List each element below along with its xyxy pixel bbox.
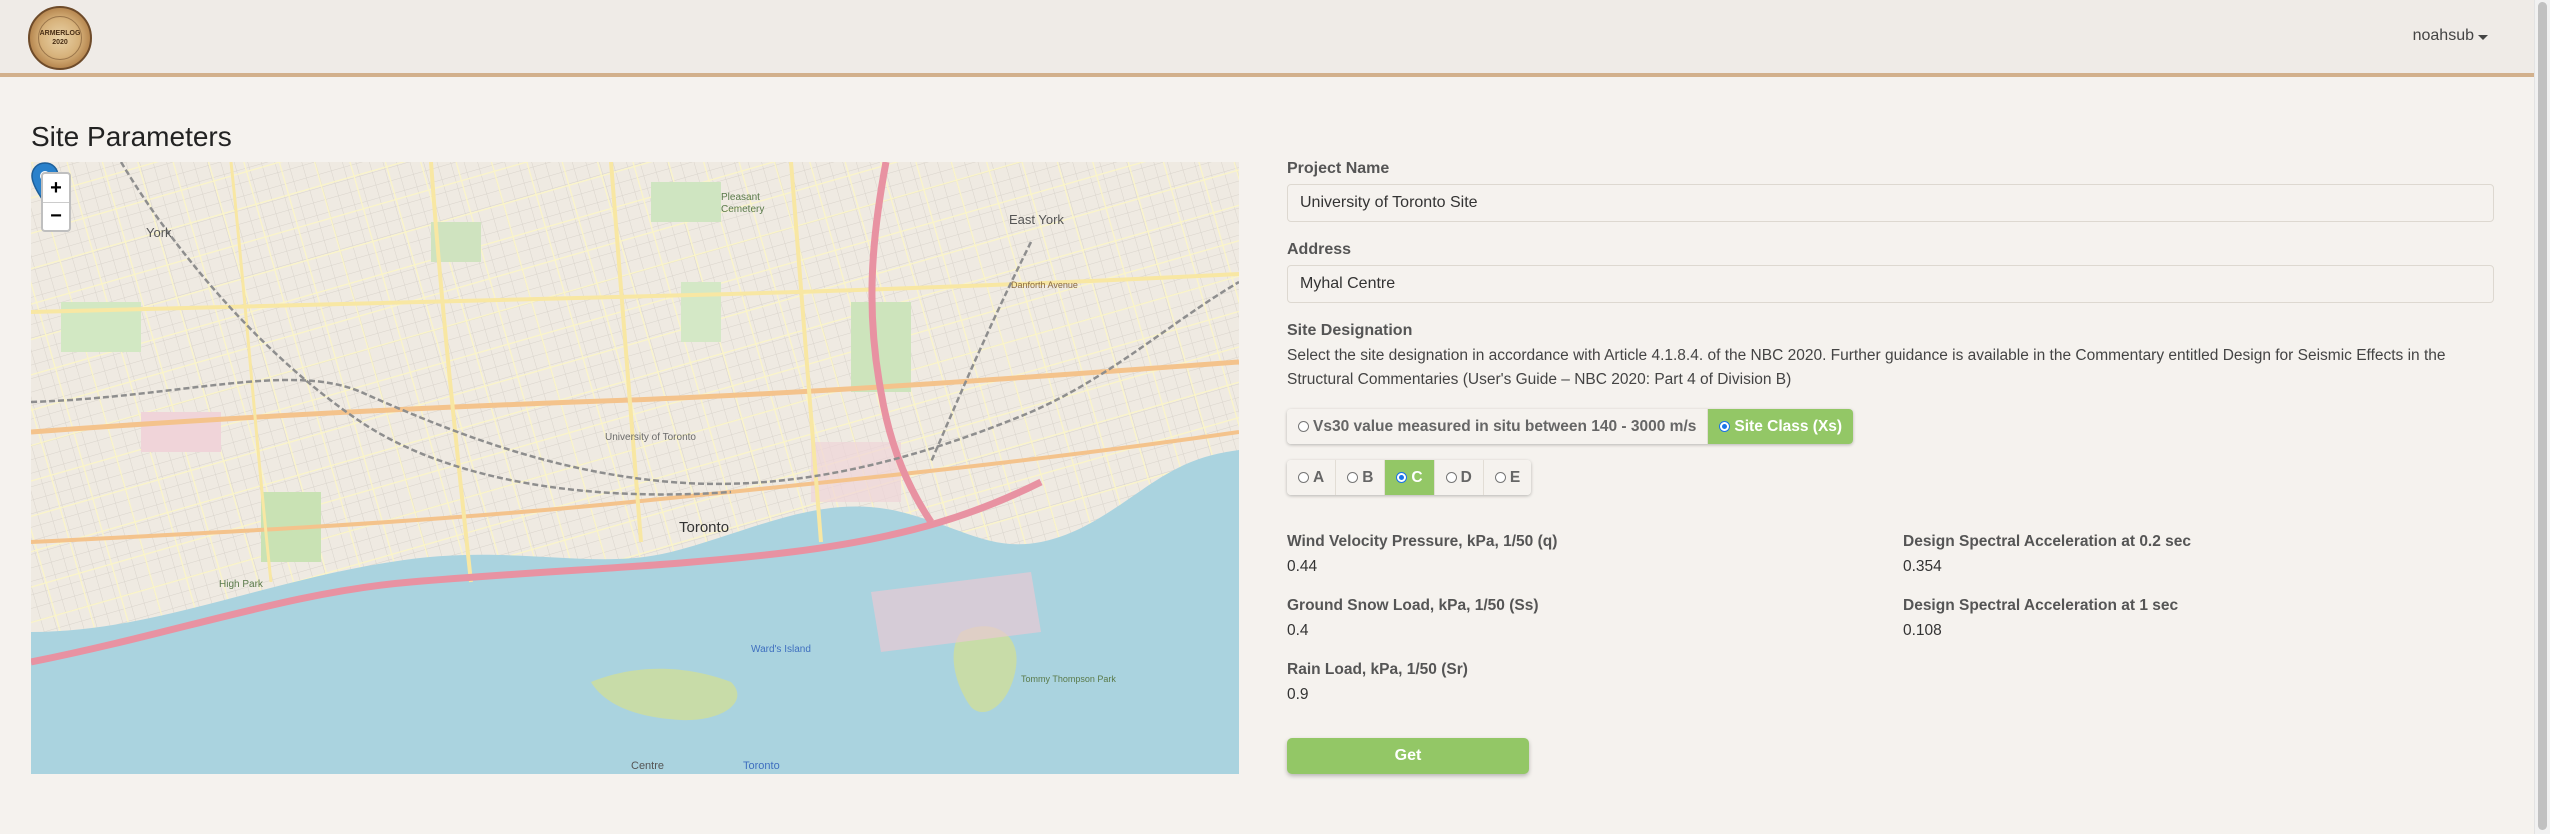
vs30-radio[interactable]: [1298, 421, 1309, 432]
option-vs30[interactable]: Vs30 value measured in situ between 140 …: [1287, 409, 1709, 444]
logo-emblem: ARMERLOG 2020: [38, 16, 82, 60]
site-class-e-radio[interactable]: [1494, 472, 1506, 483]
site-class-c[interactable]: C: [1385, 460, 1435, 495]
logo-text-line2: 2020: [52, 39, 68, 46]
map-label-tommy-thompson: Tommy Thompson Park: [1021, 674, 1116, 684]
wind-result: Wind Velocity Pressure, kPa, 1/50 (q) 0.…: [1287, 533, 1557, 576]
snow-result: Ground Snow Load, kPa, 1/50 (Ss) 0.4: [1287, 597, 1539, 640]
map-label-toronto-island: Toronto: [743, 760, 780, 772]
site-designation-help: Select the site designation in accordanc…: [1287, 347, 2446, 388]
address-input[interactable]: [1287, 265, 2494, 303]
site-class-c-label: C: [1411, 468, 1423, 486]
rain-label: Rain Load, kPa, 1/50 (Sr): [1287, 661, 1468, 678]
site-class-b-radio[interactable]: [1347, 472, 1359, 483]
zoom-out-button[interactable]: −: [43, 202, 69, 230]
site-class-d-radio[interactable]: [1445, 472, 1457, 483]
zoom-in-button[interactable]: +: [43, 174, 69, 202]
option-site-class[interactable]: Site Class (Xs): [1708, 409, 1854, 444]
map-label-high-park: High Park: [219, 579, 264, 590]
site-designation-label: Site Designation: [1287, 322, 1413, 339]
brand-logo[interactable]: ARMERLOG 2020: [28, 6, 92, 70]
username: noahsub: [2412, 27, 2474, 44]
address-label: Address: [1287, 241, 1352, 258]
map-label-pleasant: Pleasant: [721, 192, 760, 203]
designation-method-toggle: Vs30 value measured in situ between 140 …: [1287, 409, 1854, 444]
site-class-e[interactable]: E: [1483, 460, 1532, 495]
vs30-label: Vs30 value measured in situ between 140 …: [1313, 417, 1697, 435]
map-label-east-york: East York: [1009, 212, 1064, 227]
site-class-label: Site Class (Xs): [1734, 417, 1843, 435]
top-navbar: ARMERLOG 2020 noahsub: [0, 0, 2534, 77]
site-class-a-label: A: [1313, 468, 1325, 486]
sa02-result: Design Spectral Acceleration at 0.2 sec …: [1903, 533, 2191, 576]
sa02-label: Design Spectral Acceleration at 0.2 sec: [1903, 533, 2192, 550]
sa1-label: Design Spectral Acceleration at 1 sec: [1903, 597, 2179, 614]
site-class-a-radio[interactable]: [1298, 472, 1309, 483]
snow-value: 0.4: [1287, 622, 1309, 639]
map-label-toronto: Toronto: [679, 519, 729, 536]
wind-label: Wind Velocity Pressure, kPa, 1/50 (q): [1287, 533, 1558, 550]
map-label-uoft: University of Toronto: [605, 432, 696, 443]
map-label-danforth: Danforth Avenue: [1011, 280, 1078, 290]
wind-value: 0.44: [1287, 558, 1318, 575]
map-tiles: York Pleasant Cemetery East York Danfort…: [31, 162, 1239, 774]
snow-label: Ground Snow Load, kPa, 1/50 (Ss): [1287, 597, 1539, 614]
scrollbar-thumb[interactable]: [2538, 2, 2547, 830]
logo-text-line1: ARMERLOG: [39, 30, 81, 37]
get-button[interactable]: Get: [1287, 738, 1529, 774]
project-name-input[interactable]: [1287, 184, 2494, 222]
map-zoom-control: + −: [41, 172, 71, 232]
map-label-centre: Centre: [631, 760, 664, 772]
sa1-result: Design Spectral Acceleration at 1 sec 0.…: [1903, 597, 2178, 640]
site-class-b-label: B: [1362, 468, 1374, 486]
rain-result: Rain Load, kPa, 1/50 (Sr) 0.9: [1287, 661, 1468, 704]
caret-down-icon: [2478, 34, 2488, 40]
site-class-d-label: D: [1460, 468, 1472, 486]
site-class-c-radio[interactable]: [1396, 472, 1408, 483]
site-class-e-label: E: [1509, 468, 1521, 486]
map-label-york: York: [146, 225, 172, 240]
rain-value: 0.9: [1287, 686, 1309, 703]
site-class-radio[interactable]: [1719, 421, 1731, 432]
page-scrollbar[interactable]: [2534, 0, 2550, 834]
site-map[interactable]: York Pleasant Cemetery East York Danfort…: [31, 162, 1239, 774]
site-class-selector: A B C D E: [1287, 460, 1532, 495]
site-class-a[interactable]: A: [1287, 460, 1337, 495]
sa02-value: 0.354: [1903, 558, 1942, 575]
map-label-cemetery: Cemetery: [721, 204, 764, 215]
user-menu-dropdown[interactable]: noahsub: [2413, 27, 2488, 45]
sa1-value: 0.108: [1903, 622, 1942, 639]
project-name-label: Project Name: [1287, 160, 1390, 177]
map-label-wards-island: Ward's Island: [751, 644, 811, 655]
page-title: Site Parameters: [31, 121, 232, 152]
site-class-d[interactable]: D: [1434, 460, 1484, 495]
site-parameters-form: Project Name Address Site Designation Se…: [1287, 160, 2494, 495]
site-class-b[interactable]: B: [1336, 460, 1386, 495]
